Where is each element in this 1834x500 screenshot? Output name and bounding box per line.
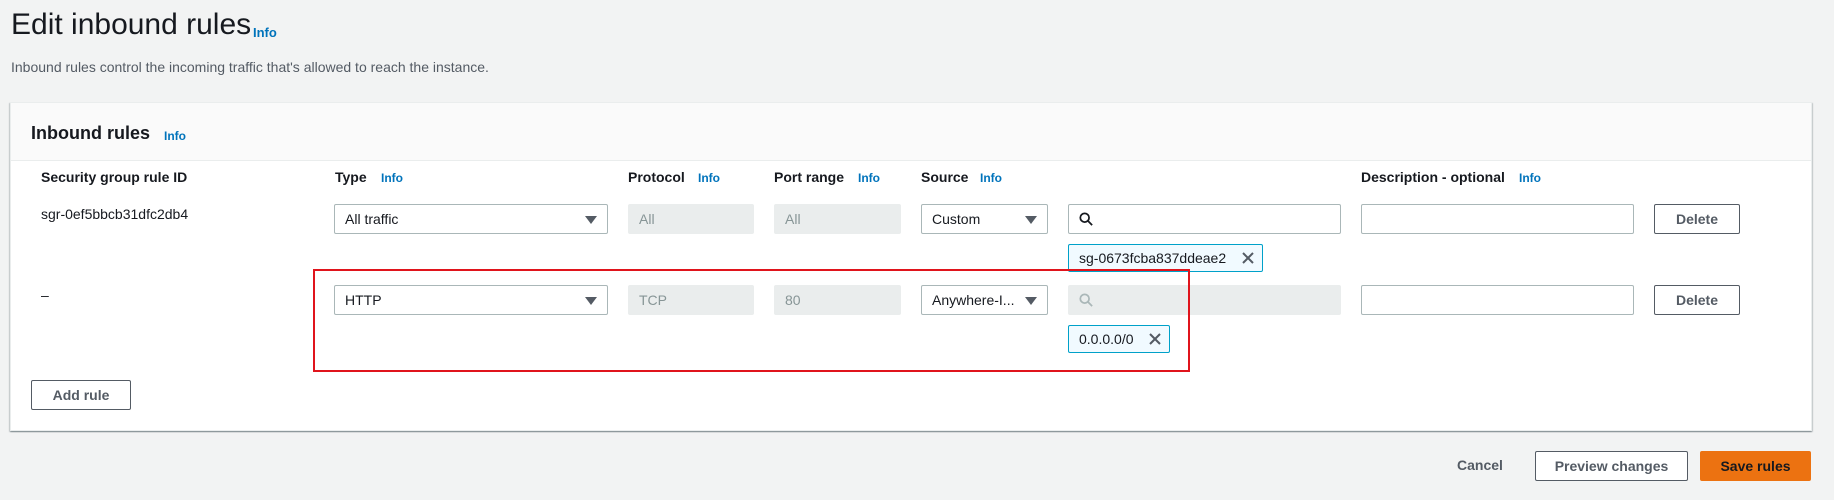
column-header-port-range: Port range (774, 169, 845, 185)
chevron-down-icon (1025, 216, 1037, 224)
add-rule-button[interactable]: Add rule (31, 380, 131, 410)
close-icon[interactable] (1241, 251, 1255, 265)
source-select[interactable]: Custom (921, 204, 1048, 234)
panel-header: Inbound rules Info (11, 103, 1811, 161)
protocol-value: All (639, 211, 655, 227)
save-rules-button[interactable]: Save rules (1700, 451, 1811, 481)
rule-id: – (41, 287, 49, 303)
description-input[interactable] (1361, 285, 1634, 315)
type-info-link[interactable]: Info (381, 171, 403, 185)
source-select-value: Anywhere-I... (932, 292, 1015, 308)
source-token-label: 0.0.0.0/0 (1079, 331, 1134, 347)
protocol-field: TCP (628, 285, 754, 315)
type-select[interactable]: All traffic (334, 204, 608, 234)
source-select[interactable]: Anywhere-I... (921, 285, 1048, 315)
column-header-type: Type (335, 169, 367, 185)
protocol-value: TCP (639, 292, 667, 308)
cancel-button[interactable]: Cancel (1455, 451, 1505, 481)
close-icon[interactable] (1148, 332, 1162, 346)
description-input[interactable] (1361, 204, 1634, 234)
type-select[interactable]: HTTP (334, 285, 608, 315)
source-token: sg-0673fcba837ddeae2 (1068, 244, 1263, 272)
panel-info-link[interactable]: Info (164, 129, 186, 143)
column-header-description: Description - optional (1361, 169, 1505, 185)
type-select-value: All traffic (345, 211, 399, 227)
delete-rule-button[interactable]: Delete (1654, 204, 1740, 234)
protocol-field: All (628, 204, 754, 234)
port-range-field: All (774, 204, 901, 234)
column-header-protocol: Protocol (628, 169, 685, 185)
page-title: Edit inbound rules (11, 8, 252, 41)
source-search-input[interactable] (1068, 204, 1341, 234)
inbound-rules-panel: Inbound rules Info (10, 102, 1812, 431)
port-range-value: All (785, 211, 801, 227)
chevron-down-icon (585, 297, 597, 305)
type-select-value: HTTP (345, 292, 382, 308)
preview-changes-button[interactable]: Preview changes (1535, 451, 1688, 481)
page-description: Inbound rules control the incoming traff… (11, 59, 489, 75)
panel-title: Inbound rules (31, 123, 150, 143)
rule-id: sgr-0ef5bbcb31dfc2db4 (41, 206, 189, 222)
port-range-field: 80 (774, 285, 901, 315)
chevron-down-icon (1025, 297, 1037, 305)
search-icon (1079, 293, 1093, 307)
chevron-down-icon (585, 216, 597, 224)
port-range-info-link[interactable]: Info (858, 171, 880, 185)
delete-rule-button[interactable]: Delete (1654, 285, 1740, 315)
protocol-info-link[interactable]: Info (698, 171, 720, 185)
description-info-link[interactable]: Info (1519, 171, 1541, 185)
source-search-input (1068, 285, 1341, 315)
source-info-link[interactable]: Info (980, 171, 1002, 185)
page-info-link[interactable]: Info (253, 25, 277, 40)
source-select-value: Custom (932, 211, 981, 227)
source-token-label: sg-0673fcba837ddeae2 (1079, 250, 1227, 266)
column-header-rule-id: Security group rule ID (41, 169, 188, 185)
column-header-source: Source (921, 169, 969, 185)
search-icon (1079, 212, 1093, 226)
port-range-value: 80 (785, 292, 801, 308)
source-token: 0.0.0.0/0 (1068, 325, 1170, 353)
